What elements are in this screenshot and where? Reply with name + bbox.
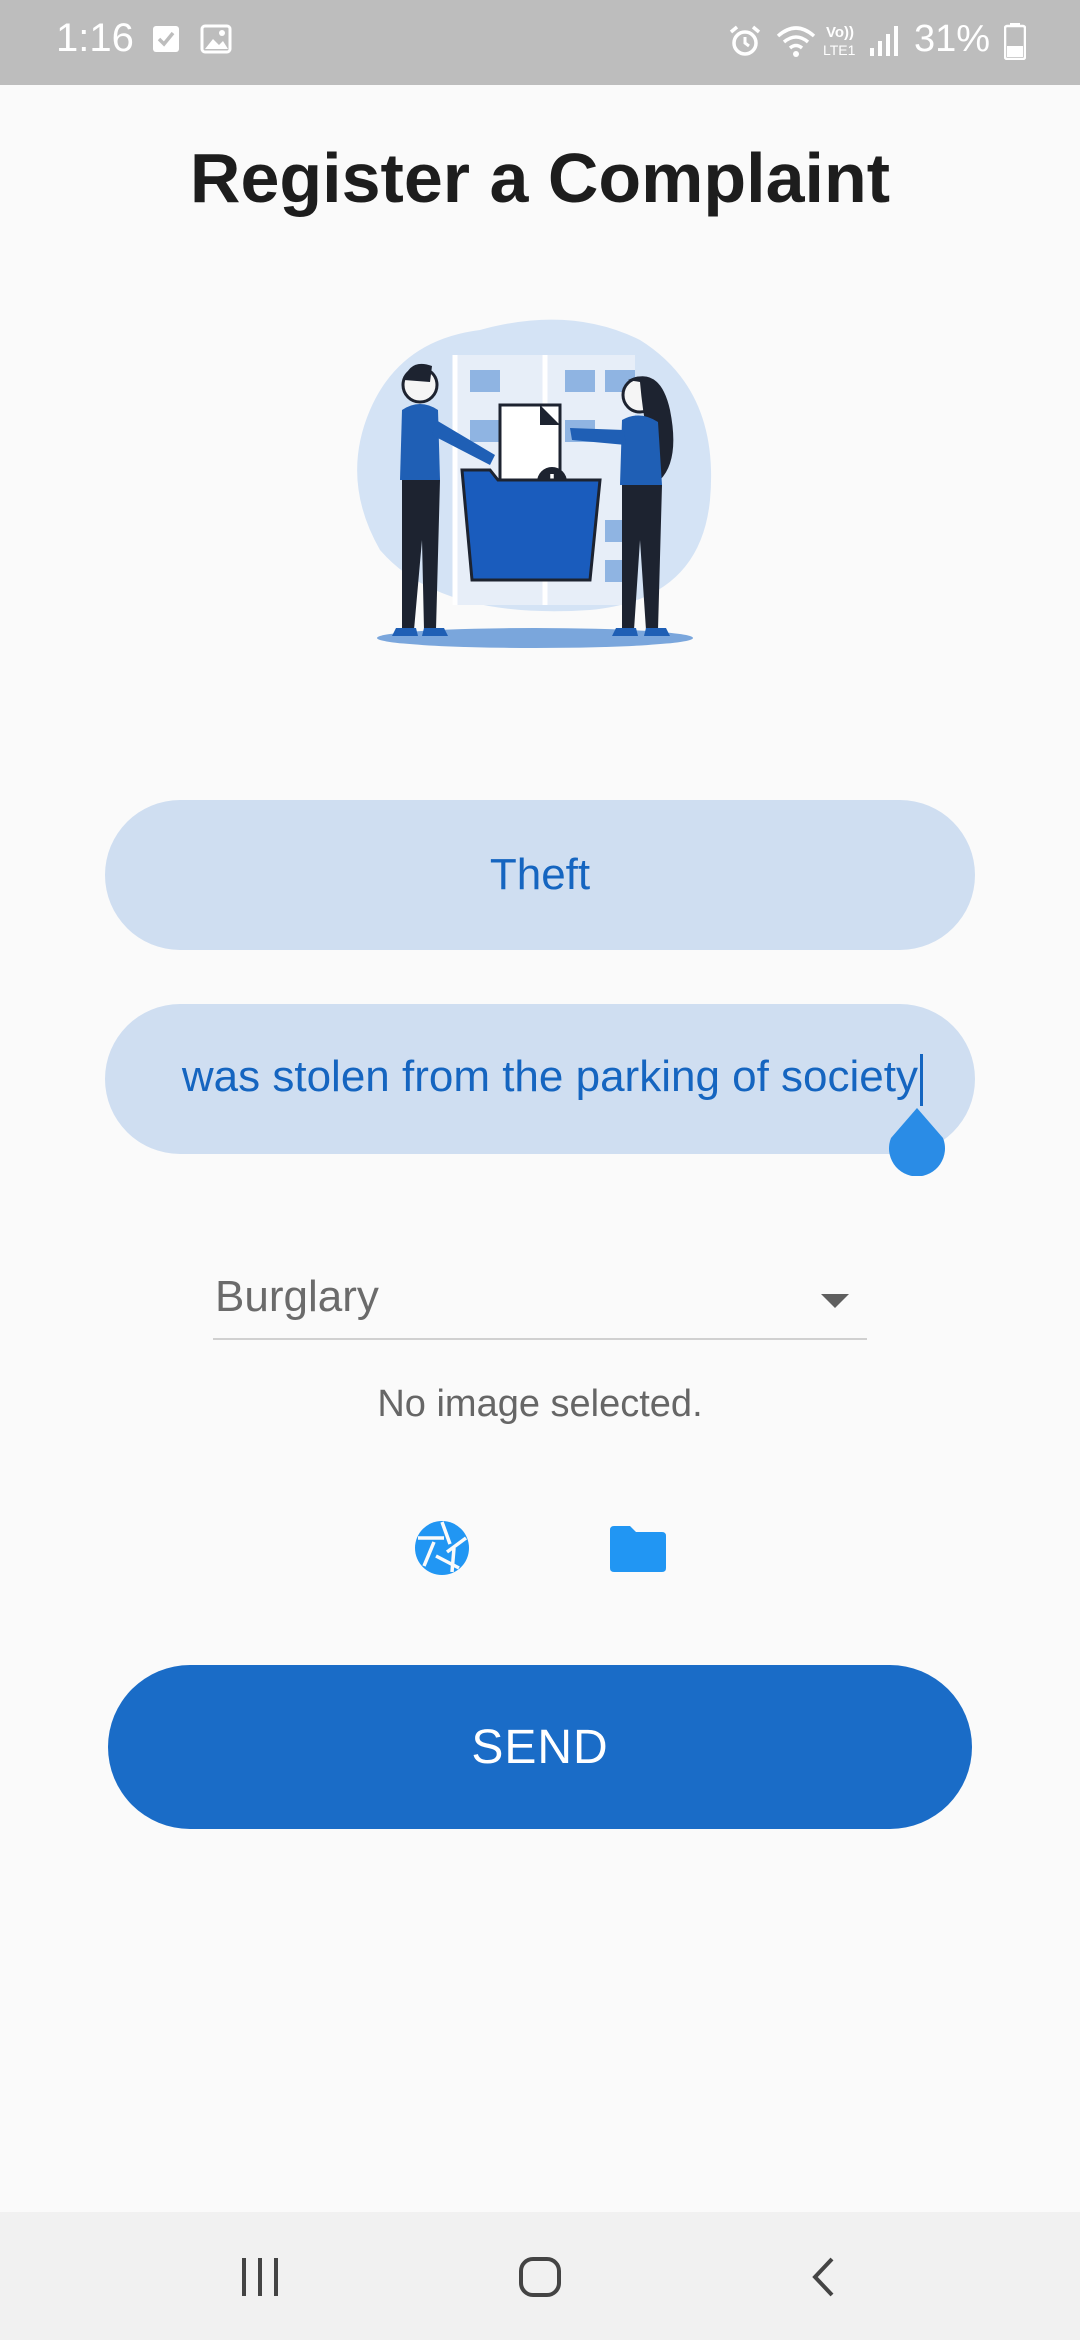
camera-aperture-icon[interactable] (414, 1520, 470, 1576)
status-time: 1:16 (56, 16, 134, 60)
gallery-notification-icon (200, 24, 232, 54)
folder-icon[interactable] (608, 1524, 668, 1574)
system-nav-bar (0, 2212, 1080, 2340)
signal-icon (870, 26, 898, 56)
dropdown-arrow-icon (821, 1294, 849, 1308)
back-icon[interactable] (810, 2256, 836, 2298)
wifi-icon (776, 26, 816, 57)
send-button[interactable]: SEND (108, 1665, 972, 1829)
status-bar: 1:16 Vo)) LTE1 31% (0, 0, 1080, 85)
image-status-text: No image selected. (377, 1383, 703, 1425)
page-title: Register a Complaint (189, 139, 891, 217)
complaint-illustration (357, 319, 712, 648)
home-icon[interactable] (518, 2256, 562, 2298)
checkbox-notification-icon (153, 26, 179, 52)
svg-text:LTE1: LTE1 (823, 42, 856, 58)
complaint-title-value: Theft (489, 850, 591, 899)
text-cursor-handle[interactable] (887, 1106, 947, 1176)
complaint-title-input[interactable]: Theft (105, 800, 975, 950)
category-dropdown[interactable]: Burglary (213, 1258, 867, 1340)
battery-percent: 31% (913, 18, 990, 60)
volte-lte-icon: Vo)) LTE1 (823, 24, 856, 58)
complaint-description-input[interactable]: was stolen from the parking of society (105, 1004, 975, 1154)
category-selected-value: Burglary (215, 1272, 379, 1321)
text-cursor (920, 1053, 923, 1106)
svg-text:Vo)): Vo)) (826, 24, 854, 41)
battery-icon (1004, 23, 1026, 60)
recent-apps-icon[interactable] (238, 2256, 284, 2298)
complaint-description-value: was stolen from the parking of society (181, 1052, 918, 1102)
alarm-icon (729, 25, 761, 56)
